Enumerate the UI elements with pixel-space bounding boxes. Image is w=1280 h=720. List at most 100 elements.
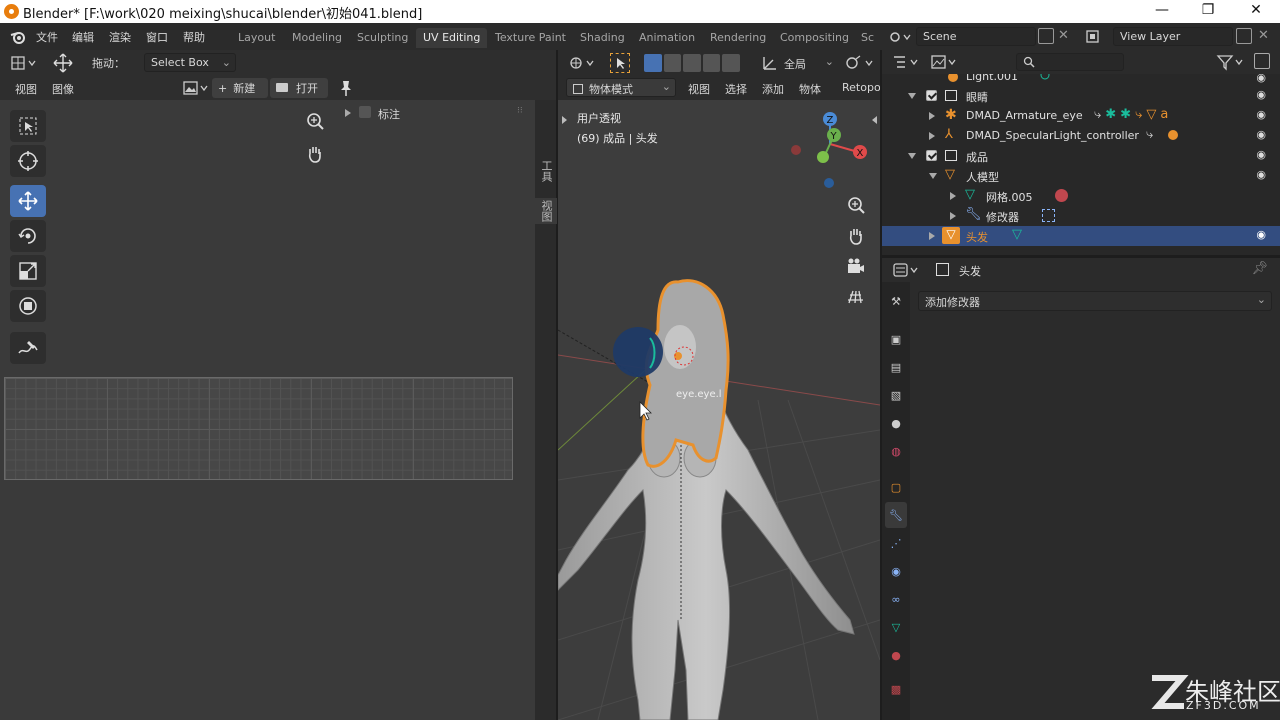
scene-selector-icon[interactable]	[888, 28, 914, 46]
scale-tool[interactable]	[10, 255, 46, 287]
uv-grid-canvas[interactable]	[4, 377, 513, 480]
add-modifier-dropdown[interactable]: 添加修改器 ⌄	[918, 291, 1272, 311]
navigation-gizmo[interactable]: Z X Y	[788, 108, 872, 192]
pin-icon[interactable]: 📌︎	[1251, 261, 1268, 276]
filter-icon[interactable]	[1216, 53, 1246, 71]
outliner-row-human-model[interactable]: ▽ 人模型 ◉	[882, 166, 1280, 186]
expand-caret-icon[interactable]	[908, 93, 916, 99]
menu-file[interactable]: 文件	[36, 29, 58, 45]
select-extend-icon[interactable]	[663, 54, 682, 72]
annotation-expand-icon[interactable]	[345, 109, 351, 117]
object-icon[interactable]: ▢	[885, 474, 907, 500]
viewport-menu-retopology[interactable]: Retopol	[842, 81, 880, 94]
view-layer-icon[interactable]	[1085, 28, 1111, 46]
hand-pan-icon[interactable]	[305, 144, 325, 164]
outliner-row-mesh-data[interactable]: ▽ 网格.005	[882, 186, 1280, 206]
sidebar-tab-view[interactable]: 视图	[535, 198, 557, 224]
texture-icon[interactable]: ▩	[885, 676, 907, 702]
pin-icon[interactable]	[338, 79, 354, 97]
camera-view-icon[interactable]	[846, 257, 866, 277]
uv-menu-image[interactable]: 图像	[52, 81, 74, 97]
viewport-editor-type-icon[interactable]	[568, 54, 598, 72]
close-button[interactable]: ✕	[1236, 2, 1276, 21]
expand-caret-icon[interactable]	[929, 232, 935, 240]
visibility-eye-icon[interactable]: ◉	[1256, 88, 1266, 101]
select-new-icon[interactable]	[644, 54, 662, 72]
tab-rendering[interactable]: Rendering	[703, 28, 773, 48]
new-view-layer-icon[interactable]	[1236, 28, 1252, 44]
scene-icon[interactable]: ●	[885, 410, 907, 436]
new-scene-icon[interactable]	[1038, 28, 1054, 44]
outliner-row-eyes[interactable]: 眼睛 ◉	[882, 86, 1280, 106]
visibility-eye-icon[interactable]: ◉	[1256, 148, 1266, 161]
maximize-button[interactable]: ❐	[1188, 2, 1228, 21]
tab-scripting[interactable]: Sc	[854, 28, 876, 48]
blender-menu-icon[interactable]	[10, 29, 26, 45]
uv-editor-area[interactable]: 拖动： Select Box ⌄ 视图 图像 + 新建 打开 标注 ⁝⁝ 工具 …	[0, 50, 557, 720]
sidebar-expand-icon[interactable]	[872, 116, 877, 124]
3d-viewport[interactable]: 全局 ⌄ 物体模式 ⌄ 视图 选择 添加 物体 Retopol eye.eye.…	[558, 50, 880, 720]
menu-help[interactable]: 帮助	[183, 29, 205, 45]
pivot-point-icon[interactable]	[844, 54, 878, 72]
view-layer-icon[interactable]: ▧	[885, 382, 907, 408]
viewport-menu-select[interactable]: 选择	[725, 81, 747, 97]
orientation-icon[interactable]	[760, 54, 778, 72]
render-icon[interactable]: ▣	[885, 326, 907, 352]
tab-layout[interactable]: Layout	[231, 28, 282, 48]
select-box-tool[interactable]	[10, 110, 46, 142]
cursor-tool[interactable]	[10, 145, 46, 177]
toolbar-expand-icon[interactable]	[562, 116, 567, 124]
view-layer-field[interactable]: View Layer	[1113, 27, 1233, 46]
select-tool-icon[interactable]	[610, 53, 630, 73]
uv-menu-view[interactable]: 视图	[15, 81, 37, 97]
tab-texture-paint[interactable]: Texture Paint	[488, 28, 573, 48]
transform-orientation-dropdown[interactable]: 全局 ⌄	[782, 54, 834, 72]
menu-edit[interactable]: 编辑	[72, 29, 94, 45]
viewport-menu-object[interactable]: 物体	[799, 81, 821, 97]
viewport-menu-add[interactable]: 添加	[762, 81, 784, 97]
output-icon[interactable]: ▤	[885, 354, 907, 380]
annotate-tool[interactable]	[10, 332, 46, 364]
outliner-row-armature[interactable]: ✱ DMAD_Armature_eye ⤷✱✱⤷▽a ◉	[882, 106, 1280, 126]
world-icon[interactable]: ◍	[885, 438, 907, 464]
select-mode-dropdown[interactable]: Select Box ⌄	[144, 53, 236, 72]
expand-caret-icon[interactable]	[929, 132, 935, 140]
new-collection-icon[interactable]	[1254, 53, 1270, 69]
visibility-eye-icon[interactable]: ◉	[1256, 168, 1266, 181]
expand-caret-icon[interactable]	[929, 173, 937, 179]
tool-icon[interactable]: ⚒	[885, 288, 907, 314]
expand-caret-icon[interactable]	[908, 153, 916, 159]
rotate-tool[interactable]	[10, 220, 46, 252]
tab-animation[interactable]: Animation	[632, 28, 702, 48]
tab-modeling[interactable]: Modeling	[285, 28, 349, 48]
visibility-eye-icon[interactable]: ◉	[1256, 128, 1266, 141]
exclude-checkbox[interactable]	[926, 90, 937, 101]
tab-shading[interactable]: Shading	[573, 28, 632, 48]
open-image-button[interactable]: 打开	[270, 78, 328, 98]
outliner-row-finished[interactable]: 成品 ◉	[882, 146, 1280, 166]
outliner-search-input[interactable]	[1016, 53, 1124, 71]
zoom-icon[interactable]	[305, 112, 325, 132]
outliner-row-light[interactable]: Light.001 ◉	[882, 74, 1280, 86]
mode-dropdown[interactable]: 物体模式 ⌄	[566, 78, 676, 97]
outliner-editor-type-icon[interactable]	[892, 53, 922, 71]
minimize-button[interactable]: —	[1142, 2, 1182, 21]
transform-tool[interactable]	[10, 290, 46, 322]
editor-type-icon[interactable]	[10, 54, 40, 72]
properties-editor-type-icon[interactable]	[892, 261, 922, 279]
expand-caret-icon[interactable]	[950, 192, 956, 200]
scene-name-field[interactable]: Scene	[916, 27, 1036, 46]
select-invert-icon[interactable]	[702, 54, 721, 72]
data-icon[interactable]: ▽	[885, 614, 907, 640]
material-icon[interactable]: ●	[885, 642, 907, 668]
exclude-checkbox[interactable]	[926, 150, 937, 161]
physics-icon[interactable]: ◉	[885, 558, 907, 584]
ortho-grid-icon[interactable]	[846, 287, 866, 307]
display-mode-icon[interactable]	[930, 53, 960, 71]
delete-view-layer-icon[interactable]: ✕	[1258, 28, 1269, 43]
outliner-row-specular-controller[interactable]: ⅄ DMAD_SpecularLight_controller ⤷ ◉	[882, 126, 1280, 146]
visibility-eye-icon[interactable]: ◉	[1256, 228, 1266, 241]
particles-icon[interactable]: ⋰	[885, 530, 907, 556]
visibility-eye-icon[interactable]: ◉	[1256, 74, 1266, 84]
outliner-row-modifiers[interactable]: 🔧︎ 修改器	[882, 206, 1280, 226]
